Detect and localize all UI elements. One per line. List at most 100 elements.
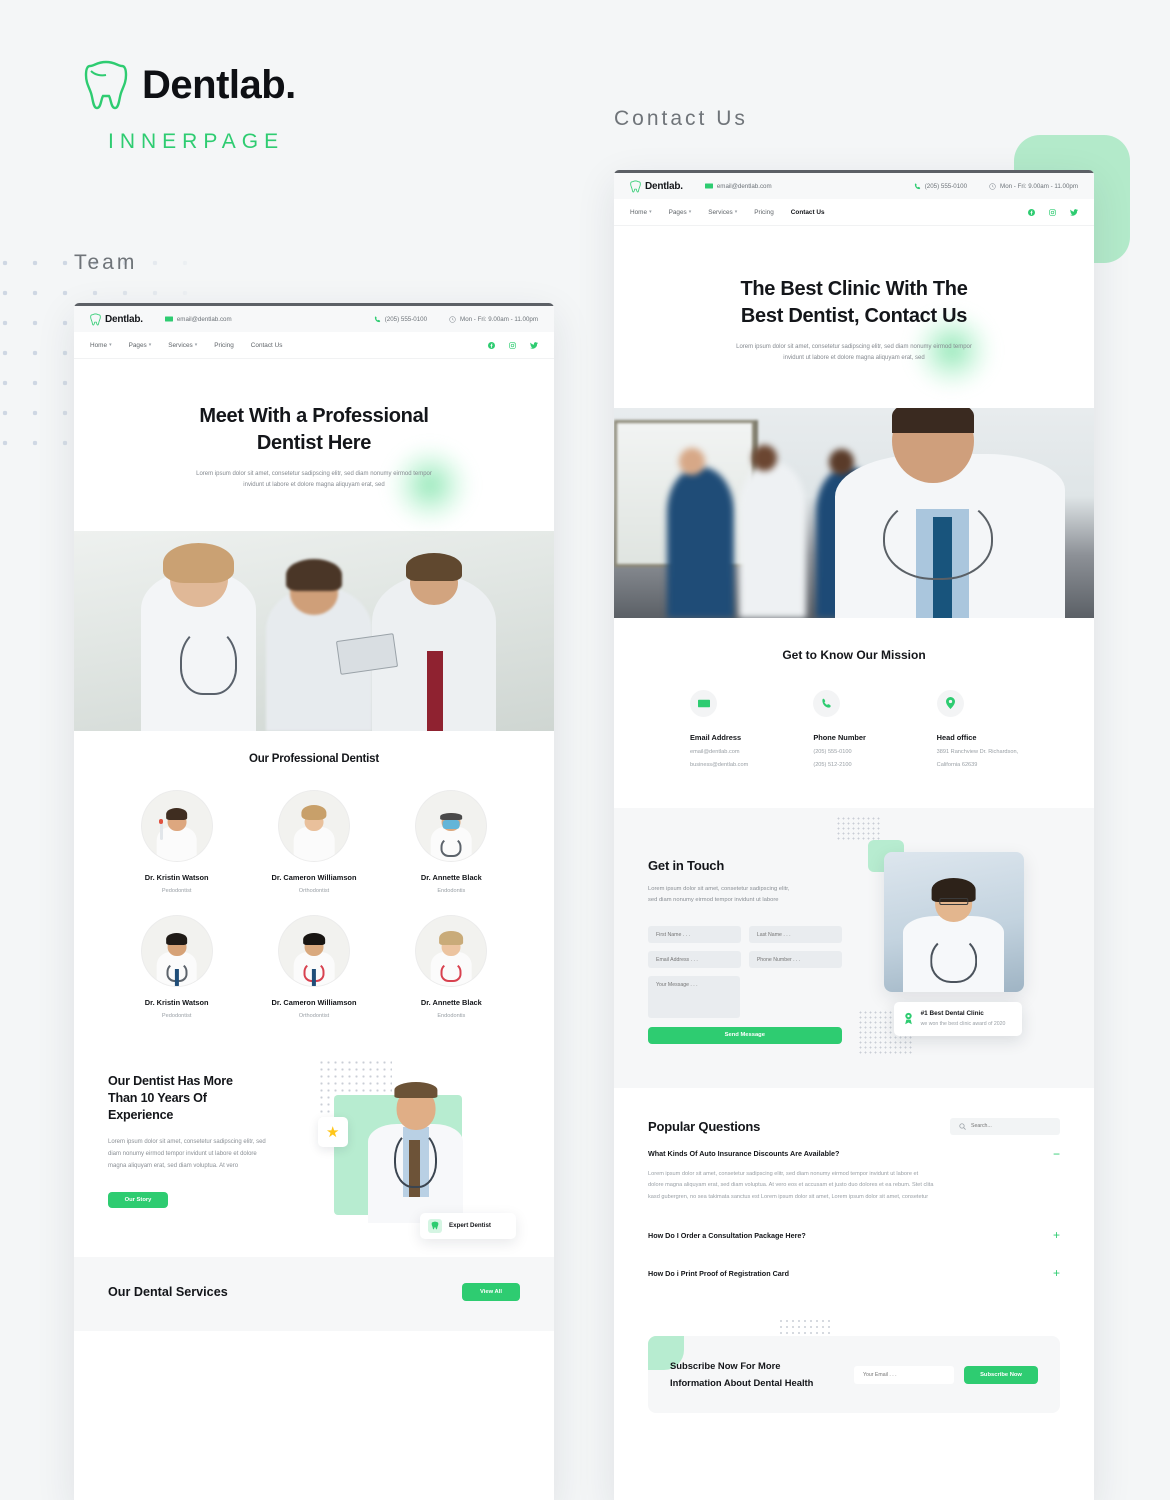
twitter-icon[interactable] — [1070, 208, 1078, 216]
instagram-icon[interactable] — [1049, 208, 1056, 216]
expert-dentist-label: Expert Dentist — [449, 1222, 491, 1230]
subscribe-button[interactable]: Subscribe Now — [964, 1365, 1038, 1384]
nav-item-pricing[interactable]: Pricing — [214, 342, 234, 349]
experience-copy: Our Dentist Has More Than 10 Years Of Ex… — [108, 1059, 306, 1231]
minus-icon[interactable]: − — [1053, 1148, 1060, 1160]
nav-social-links — [1028, 208, 1078, 216]
topbar-phone[interactable]: (205) 555-0100 — [914, 183, 967, 190]
award-icon — [903, 1012, 914, 1025]
team-hero-paragraph: Lorem ipsum dolor sit amet, consetetur s… — [132, 469, 496, 491]
instagram-icon[interactable] — [509, 341, 516, 349]
chevron-down-icon: ▾ — [688, 209, 692, 215]
team-page-mockup: Dentlab. email@dentlab.com (205) 555-010… — [74, 303, 554, 1500]
team-member-role: Pedodontist — [161, 887, 192, 894]
faq-question: How Do i Print Proof of Registration Car… — [648, 1268, 789, 1278]
faq-question-row[interactable]: How Do i Print Proof of Registration Car… — [648, 1267, 1060, 1279]
get-in-touch-visual: #1 Best Dental Clinic we won the best cl… — [857, 839, 1060, 1056]
paragraph-line-2: invidunt ut labore et dolore magna aliqu… — [243, 481, 385, 488]
nav-item-services[interactable]: Services ▾ — [168, 342, 197, 349]
avatar — [416, 790, 487, 861]
team-member-name: Dr. Annette Black — [420, 997, 482, 1007]
twitter-icon[interactable] — [530, 341, 538, 349]
subscribe-title: Subscribe Now For More Information About… — [670, 1358, 813, 1391]
clinic-doctor-image — [883, 851, 1024, 992]
team-member-card[interactable]: Dr. Cameron Williamson Orthodontist — [245, 915, 382, 1019]
last-name-input[interactable] — [748, 926, 842, 944]
mission-item-office: Head office 3891 Ranchview Dr. Richardso… — [936, 689, 1060, 768]
team-member-name: Dr. Kristin Watson — [144, 997, 209, 1007]
faq-search-input[interactable] — [971, 1123, 1051, 1130]
brand-name: Dentlab. — [142, 62, 296, 107]
send-message-button[interactable]: Send Message — [648, 1026, 842, 1044]
nav-item-pages[interactable]: Pages ▾ — [669, 209, 692, 216]
team-member-name: Dr. Kristin Watson — [144, 872, 209, 882]
topbar-email[interactable]: email@dentlab.com — [164, 316, 232, 323]
team-member-card[interactable]: Dr. Annette Black Endodontis — [383, 790, 520, 894]
plus-icon[interactable]: + — [1053, 1267, 1060, 1279]
phone-icon — [374, 315, 381, 323]
topbar-phone[interactable]: (205) 555-0100 — [374, 316, 427, 323]
faq-search-box[interactable] — [950, 1117, 1060, 1135]
facebook-icon[interactable] — [1028, 208, 1035, 216]
topbar-phone-text: (205) 555-0100 — [924, 182, 968, 190]
avatar — [278, 915, 349, 986]
chevron-down-icon: ▾ — [148, 342, 152, 348]
tooth-icon — [428, 1218, 442, 1233]
get-in-touch-heading: Get in Touch — [648, 857, 725, 873]
paragraph-line-3: magna aliquyam erat, sed diam voluptua. … — [108, 1163, 239, 1170]
nav-item-home[interactable]: Home ▾ — [90, 342, 112, 349]
first-name-input[interactable] — [648, 926, 741, 944]
mission-item-title: Phone Number — [813, 732, 866, 742]
nav-label: Services — [708, 208, 733, 216]
topbar-hours: Mon - Fri: 9.00am - 11.00pm — [989, 183, 1078, 190]
expert-dentist-badge: Expert Dentist — [420, 1212, 516, 1239]
site-logo-text: Dentlab. — [645, 180, 683, 192]
topbar-email[interactable]: email@dentlab.com — [704, 183, 772, 190]
faq-item[interactable]: What Kinds Of Auto Insurance Discounts A… — [648, 1135, 1060, 1216]
faq-item[interactable]: How Do I Order a Consultation Package He… — [648, 1216, 1060, 1254]
team-member-card[interactable]: Dr. Kristin Watson Pedodontist — [108, 915, 245, 1019]
nav-label: Home — [630, 208, 648, 216]
chevron-down-icon: ▾ — [194, 342, 198, 348]
message-textarea[interactable] — [648, 976, 740, 1019]
nav-item-pricing[interactable]: Pricing — [754, 209, 774, 216]
avatar — [416, 915, 487, 986]
team-member-card[interactable]: Dr. Kristin Watson Pedodontist — [108, 790, 245, 894]
subscribe-email-input[interactable] — [854, 1365, 954, 1384]
title-line-1: Meet With a Professional — [199, 405, 429, 427]
facebook-icon[interactable] — [488, 341, 495, 349]
faq-header: Popular Questions — [648, 1117, 1060, 1135]
nav-item-home[interactable]: Home ▾ — [630, 209, 652, 216]
faq-item[interactable]: How Do i Print Proof of Registration Car… — [648, 1254, 1060, 1292]
nav-item-services[interactable]: Services ▾ — [708, 209, 737, 216]
our-story-button[interactable]: Our Story — [108, 1192, 168, 1209]
nav-item-contact-us[interactable]: Contact Us — [791, 209, 825, 216]
subscribe-card: Subscribe Now For More Information About… — [648, 1336, 1060, 1414]
team-member-card[interactable]: Dr. Annette Black Endodontis — [383, 915, 520, 1019]
contact-hero-paragraph: Lorem ipsum dolor sit amet, consetetur s… — [672, 342, 1036, 364]
title-line-2: Information About Dental Health — [670, 1376, 814, 1388]
paragraph-line-1: Lorem ipsum dolor sit amet, consetetur s… — [196, 470, 432, 477]
email-input[interactable] — [648, 951, 741, 969]
team-hero: Meet With a Professional Dentist Here Lo… — [74, 359, 554, 531]
faq-question-row[interactable]: What Kinds Of Auto Insurance Discounts A… — [648, 1148, 1060, 1160]
view-all-button[interactable]: View All — [462, 1282, 520, 1301]
mission-section: Get to Know Our Mission Email Address em… — [614, 617, 1094, 808]
mission-item-phone: Phone Number (205) 555-0100 (205) 512-21… — [813, 689, 936, 768]
team-grid: Dr. Kristin Watson Pedodontist Dr. Camer… — [108, 790, 520, 1019]
team-member-card[interactable]: Dr. Cameron Williamson Orthodontist — [245, 790, 382, 894]
plus-icon[interactable]: + — [1053, 1229, 1060, 1241]
section-label-contact: Contact Us — [614, 107, 748, 130]
topbar-phone-text: (205) 555-0100 — [384, 315, 428, 323]
paragraph-line-2: invidunt ut labore et dolore magna aliqu… — [783, 354, 925, 361]
faq-question-row[interactable]: How Do I Order a Consultation Package He… — [648, 1229, 1060, 1241]
team-section-heading: Our Professional Dentist — [248, 752, 380, 765]
experience-doctor-image — [362, 1063, 470, 1223]
title-line-2: Than 10 Years Of — [108, 1090, 207, 1105]
nav-item-pages[interactable]: Pages ▾ — [129, 342, 152, 349]
site-logo[interactable]: Dentlab. — [630, 180, 683, 193]
nav-item-contact-us[interactable]: Contact Us — [251, 342, 283, 349]
site-logo[interactable]: Dentlab. — [90, 313, 143, 326]
nav-label: Pages — [128, 341, 147, 349]
phone-input[interactable] — [748, 951, 842, 969]
